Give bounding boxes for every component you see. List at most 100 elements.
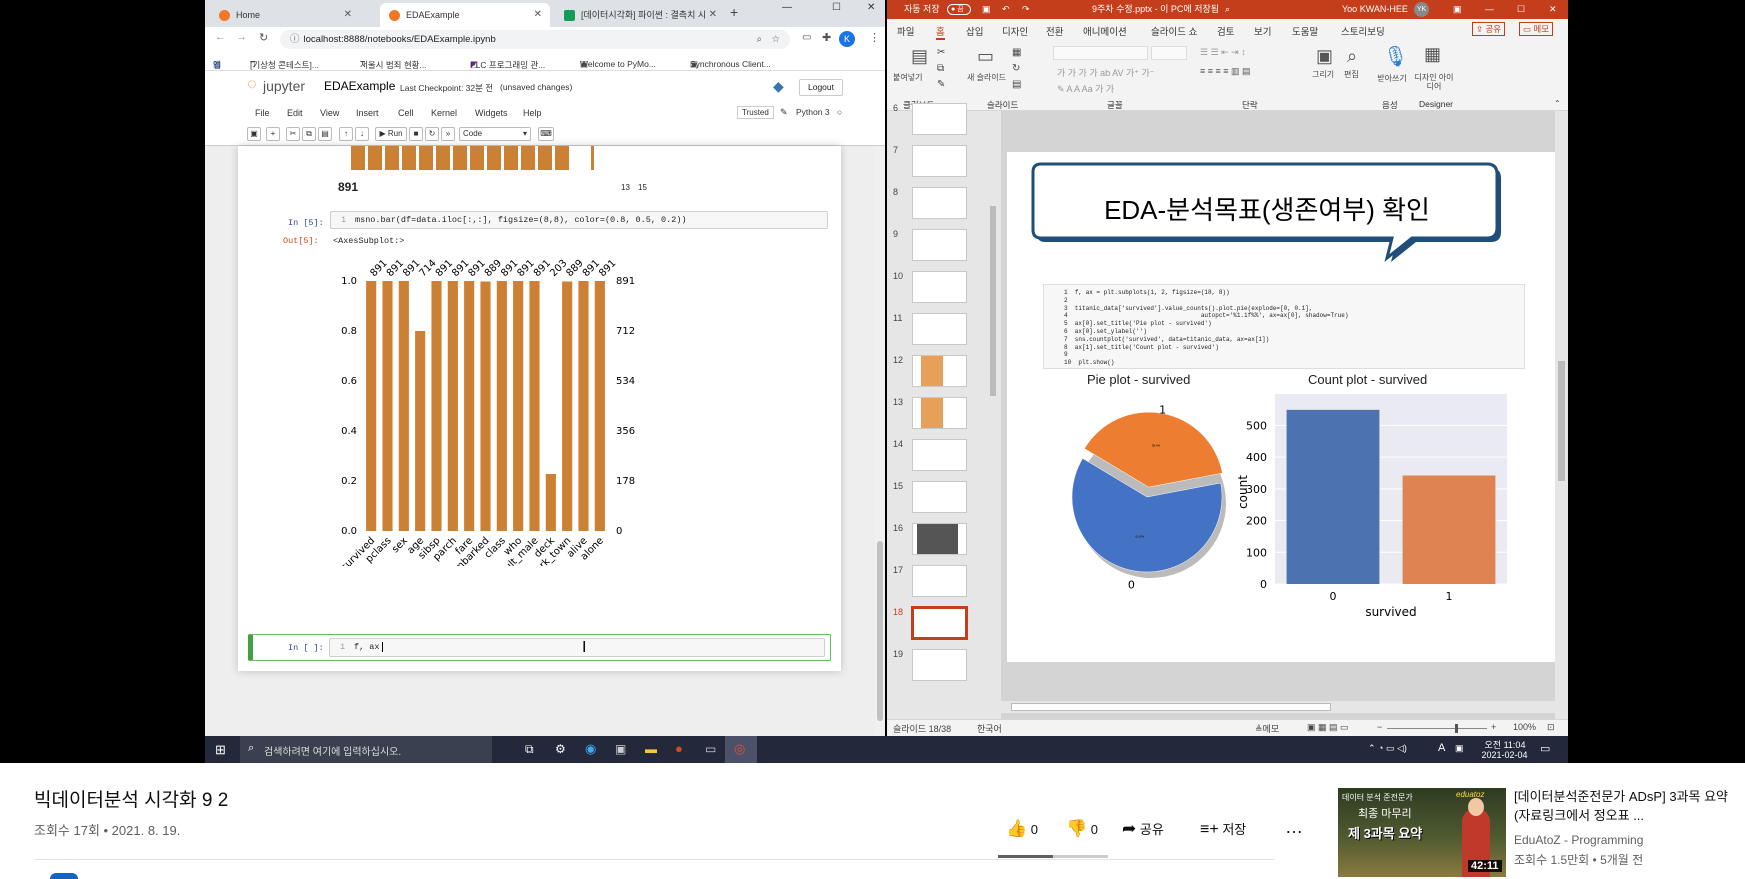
clock-date[interactable]: 2021-02-04 bbox=[1477, 750, 1532, 760]
ppt-search-icon[interactable]: ⌕ bbox=[1225, 0, 1230, 19]
slide-thumbnail[interactable] bbox=[912, 187, 967, 219]
file-explorer-icon[interactable]: ▬ bbox=[645, 742, 657, 756]
language-status[interactable]: 한국어 bbox=[977, 722, 1002, 735]
slide-thumbnail[interactable] bbox=[912, 565, 967, 597]
list-buttons[interactable]: ☰ ☰ ⇤ ⇥ ↕ bbox=[1200, 47, 1246, 58]
paste-icon[interactable]: ▤ bbox=[911, 46, 928, 67]
slide-thumbnail[interactable] bbox=[912, 271, 967, 303]
restart-run-icon[interactable]: » bbox=[441, 127, 455, 141]
comment-button[interactable]: ▭ 메모 bbox=[1519, 22, 1554, 36]
zoom-icon[interactable]: ⌕ bbox=[757, 30, 762, 49]
slide-scrollbar[interactable] bbox=[1555, 111, 1568, 719]
keyboard-icon[interactable]: ⌨ bbox=[538, 127, 554, 141]
dislike-button[interactable]: 👎 0 bbox=[1066, 819, 1098, 839]
font-name-select[interactable] bbox=[1053, 46, 1148, 60]
slide-thumbnail[interactable] bbox=[912, 481, 967, 513]
jupyter-logo-icon[interactable]: ◌ bbox=[247, 76, 257, 94]
edit-button[interactable]: 편집 bbox=[1344, 69, 1359, 80]
ribbon-tab-storyboarding[interactable]: 스토리보딩 bbox=[1341, 24, 1385, 38]
more-actions-button[interactable]: … bbox=[1285, 817, 1303, 838]
zoom-slider-handle[interactable] bbox=[1455, 724, 1458, 733]
ppt-close-button[interactable]: ✕ bbox=[1549, 0, 1557, 19]
thumbnail-scrollbar[interactable] bbox=[987, 111, 999, 719]
ribbon-tab-home[interactable]: 홈 bbox=[936, 24, 945, 40]
cast-icon[interactable]: ▭ bbox=[802, 32, 811, 43]
copy-icon[interactable]: ⧉ bbox=[302, 127, 316, 141]
dictate-icon[interactable]: 🎙 bbox=[1383, 44, 1408, 69]
menu-kernel[interactable]: Kernel bbox=[431, 108, 457, 118]
ribbon-tab-insert[interactable]: 삽입 bbox=[966, 24, 983, 38]
forward-icon[interactable]: → bbox=[236, 31, 247, 43]
profile-avatar[interactable]: K bbox=[839, 31, 855, 47]
tab-home[interactable]: Home ✕ bbox=[210, 3, 360, 27]
recommended-thumbnail[interactable]: 데이터 분석 준전문가 eduatoz 최종 마무리 제 3과목 요약 42:1… bbox=[1338, 788, 1506, 877]
autosave-toggle[interactable]: ● 끔 bbox=[947, 4, 971, 15]
slide-thumbnail[interactable] bbox=[912, 439, 967, 471]
store-icon[interactable]: ▣ bbox=[615, 742, 626, 756]
cut-icon[interactable]: ✂ bbox=[937, 47, 945, 58]
ribbon-tab-view[interactable]: 보기 bbox=[1254, 24, 1271, 38]
cell-type-select[interactable]: Code ▾ bbox=[459, 127, 531, 141]
slide-thumbnail[interactable] bbox=[912, 649, 967, 681]
current-slide[interactable]: EDA-분석목표(생존여부) 확인 1 f, ax = plt.subplots… bbox=[1007, 152, 1555, 662]
move-up-icon[interactable]: ↑ bbox=[339, 127, 353, 141]
slide-thumbnail[interactable] bbox=[912, 229, 967, 261]
close-icon[interactable]: ✕ bbox=[709, 3, 717, 27]
ribbon-tab-help[interactable]: 도움말 bbox=[1292, 24, 1318, 38]
windows-start-icon[interactable]: ⊞ bbox=[215, 742, 226, 758]
url-input[interactable]: ⓘ localhost:8888/notebooks/EDAExample.ipy… bbox=[280, 30, 790, 49]
dictate-button[interactable]: 받아쓰기 bbox=[1377, 73, 1407, 84]
close-icon[interactable]: ✕ bbox=[344, 3, 352, 27]
collapse-ribbon-icon[interactable]: ⌃ bbox=[1554, 99, 1561, 108]
redo-icon[interactable]: ↷ bbox=[1022, 0, 1030, 19]
chrome-taskbar-button[interactable]: ◎ bbox=[725, 736, 757, 763]
task-view-icon[interactable]: ⧉ bbox=[525, 742, 534, 757]
cut-icon[interactable]: ✂ bbox=[286, 127, 300, 141]
cell5-code[interactable]: 1 msno.bar(df=data.iloc[:,:], figsize=(8… bbox=[330, 211, 828, 229]
font-size-select[interactable] bbox=[1151, 46, 1187, 60]
trusted-badge[interactable]: Trusted bbox=[737, 106, 774, 119]
slide-hscrollbar[interactable] bbox=[1001, 701, 1555, 713]
run-button[interactable]: ▶ Run bbox=[375, 127, 407, 141]
zoom-slider[interactable] bbox=[1387, 728, 1487, 729]
menu-widgets[interactable]: Widgets bbox=[475, 108, 508, 118]
extension-icon[interactable]: ✚ bbox=[822, 31, 831, 44]
zoom-in-icon[interactable]: + bbox=[1491, 722, 1496, 732]
channel-avatar[interactable] bbox=[50, 873, 78, 879]
new-tab-button[interactable]: + bbox=[730, 4, 738, 20]
ribbon-display-icon[interactable]: ▣ bbox=[1453, 0, 1462, 19]
star-icon[interactable]: ☆ bbox=[771, 30, 780, 49]
logout-button[interactable]: Logout bbox=[799, 79, 843, 96]
new-slide-icon[interactable]: ▭ bbox=[977, 46, 994, 67]
save-button[interactable]: ≡+ 저장 bbox=[1200, 819, 1246, 839]
taskbar-search[interactable]: ⌕ 검색하려면 여기에 입력하십시오. bbox=[240, 736, 492, 763]
edge-icon[interactable]: ◉ bbox=[585, 741, 596, 757]
paste-button[interactable]: 붙여넣기 bbox=[893, 72, 922, 83]
scrollbar-thumb[interactable] bbox=[1558, 361, 1565, 481]
align-buttons[interactable]: ≡ ≡ ≡ ≡ ▥ ▤ bbox=[1200, 66, 1251, 77]
notification-icon[interactable]: ▭ bbox=[1540, 742, 1550, 755]
copy-icon[interactable]: ⧉ bbox=[937, 63, 944, 74]
close-window-button[interactable]: ✕ bbox=[867, 2, 875, 13]
menu-edit[interactable]: Edit bbox=[287, 108, 303, 118]
menu-view[interactable]: View bbox=[320, 108, 339, 118]
add-cell-icon[interactable]: + bbox=[266, 127, 280, 141]
move-down-icon[interactable]: ↓ bbox=[355, 127, 369, 141]
slide-thumbnail[interactable] bbox=[912, 523, 967, 555]
notes-button[interactable]: ≜메모 bbox=[1255, 722, 1279, 735]
menu-file[interactable]: File bbox=[255, 108, 270, 118]
slide-thumbnail[interactable] bbox=[912, 355, 967, 387]
tab-edaexample[interactable]: EDAExample ✕ bbox=[380, 3, 550, 27]
undo-icon[interactable]: ↶ bbox=[1002, 0, 1010, 19]
new-cell-input[interactable]: 1 f, ax bbox=[329, 638, 825, 657]
new-slide-button[interactable]: 새 슬라이드 bbox=[967, 72, 1006, 83]
video-player[interactable]: Home ✕ EDAExample ✕ [데이터시각화] 파이썬 : 결측치 시… bbox=[0, 0, 1745, 763]
chrome-menu-icon[interactable]: ⋮ bbox=[869, 31, 880, 44]
reload-icon[interactable]: ↻ bbox=[259, 31, 268, 44]
zoom-out-icon[interactable]: − bbox=[1377, 722, 1382, 732]
font-style-buttons[interactable]: 가 가 가 가 ab AV 가⁺ 가⁻ bbox=[1057, 66, 1155, 79]
ribbon-tab-file[interactable]: 파일 bbox=[897, 24, 914, 38]
layout-icon[interactable]: ▦ bbox=[1012, 47, 1021, 58]
powerpoint-icon[interactable]: ● bbox=[675, 741, 683, 756]
reset-icon[interactable]: ↻ bbox=[1012, 63, 1020, 74]
